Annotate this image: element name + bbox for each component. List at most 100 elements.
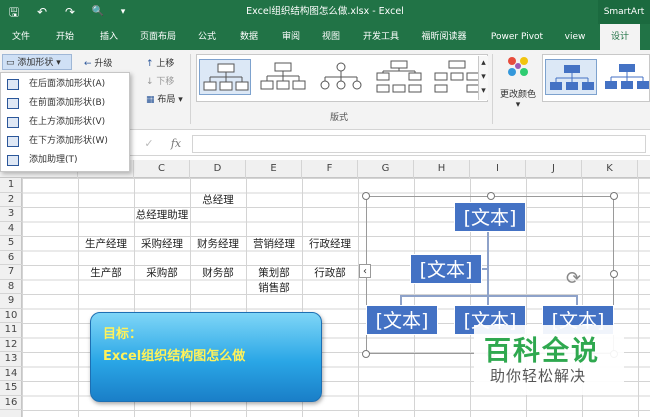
row-header[interactable]: 13 [0, 352, 22, 367]
layout-button[interactable]: ▦ 布局 ▾ [146, 92, 183, 105]
menu-item-label: 在下方添加形状(W) [29, 136, 108, 146]
tab-design[interactable]: 设计 [600, 24, 640, 50]
column-header[interactable]: E [246, 160, 302, 178]
style-option-simple-fill[interactable] [545, 59, 597, 95]
resize-handle[interactable] [610, 270, 618, 278]
row-header[interactable]: 7 [0, 265, 22, 280]
resize-handle[interactable] [362, 350, 370, 358]
smartart-styles-gallery [542, 54, 650, 102]
column-header[interactable]: F [302, 160, 358, 178]
watermark: 百科全说 助你轻松解决 [474, 325, 624, 395]
menu-item-add-after[interactable]: 在后面添加形状(A) [1, 75, 129, 94]
cell-c7[interactable]: 采购部 [134, 265, 190, 280]
tab-file[interactable]: 文件 [4, 24, 38, 50]
connector-line [487, 295, 489, 305]
cell-c3[interactable]: 总经理助理 [128, 207, 196, 222]
column-header[interactable]: I [470, 160, 526, 178]
column-header[interactable]: G [358, 160, 414, 178]
layout-option-name-title[interactable] [257, 59, 309, 95]
row-header[interactable]: 14 [0, 367, 22, 381]
title-bar: 🖫 ↶ ↷ 🔍 ▾ Excel组织结构图怎么做.xlsx - Excel Sma… [0, 0, 650, 24]
menu-item-add-assistant[interactable]: 添加助理(T) [1, 151, 129, 170]
menu-item-label: 在后面添加形状(A) [29, 79, 106, 89]
row-header[interactable]: 5 [0, 236, 22, 251]
cell-e8[interactable]: 销售部 [246, 280, 302, 295]
layout-option-circle-picture[interactable] [315, 59, 367, 95]
row-header[interactable]: 6 [0, 251, 22, 265]
layouts-group-label: 版式 [330, 113, 349, 123]
row-header[interactable]: 9 [0, 294, 22, 309]
tab-view[interactable]: 视图 [314, 24, 348, 50]
tab-page-layout[interactable]: 页面布局 [134, 24, 182, 50]
cell-c5[interactable]: 采购经理 [134, 236, 190, 251]
tab-home[interactable]: 开始 [48, 24, 82, 50]
text-pane-toggle-icon[interactable]: ‹ [359, 264, 371, 278]
cell-d2[interactable]: 总经理 [190, 192, 246, 207]
change-colors-button[interactable]: 更改颜色 ▾ [496, 54, 540, 110]
smartart-node-assistant[interactable]: [文本] [410, 254, 482, 284]
cell-f7[interactable]: 行政部 [302, 265, 358, 280]
row-headers: 1 2 3 4 5 6 7 8 9 10 11 12 13 14 15 16 [0, 178, 22, 417]
row-header[interactable]: 8 [0, 280, 22, 294]
tab-developer[interactable]: 开发工具 [356, 24, 406, 50]
add-assistant-icon [7, 155, 19, 166]
smartart-node-child[interactable]: [文本] [366, 305, 438, 335]
tab-data[interactable]: 数据 [232, 24, 266, 50]
cell-d7[interactable]: 财务部 [190, 265, 246, 280]
tab-view-en[interactable]: view [558, 24, 592, 50]
row-header[interactable]: 2 [0, 193, 22, 207]
change-colors-label: 更改颜色 [499, 90, 536, 100]
watermark-slogan: 助你轻松解决 [490, 367, 587, 385]
layouts-gallery [196, 54, 488, 102]
cell-b5[interactable]: 生产经理 [78, 236, 134, 251]
column-header[interactable]: J [526, 160, 582, 178]
row-header[interactable]: 3 [0, 207, 22, 222]
formula-input[interactable] [192, 135, 646, 153]
resize-handle[interactable] [610, 192, 618, 200]
column-header[interactable]: C [134, 160, 190, 178]
menu-item-add-below[interactable]: 在下方添加形状(W) [1, 132, 129, 151]
goal-text: Excel组织结构图怎么做 [103, 349, 246, 364]
row-header[interactable]: 15 [0, 381, 22, 396]
cell-b7[interactable]: 生产部 [78, 265, 134, 280]
menu-item-add-before[interactable]: 在前面添加形状(B) [1, 94, 129, 113]
name-title-layout-icon [260, 62, 306, 90]
row-header[interactable]: 12 [0, 338, 22, 352]
resize-handle[interactable] [362, 192, 370, 200]
insert-function-icon[interactable]: fx [168, 132, 184, 156]
row-header[interactable]: 4 [0, 222, 22, 236]
tab-insert[interactable]: 插入 [92, 24, 126, 50]
column-header[interactable]: H [414, 160, 470, 178]
org-chart-icon: ▦ [146, 95, 155, 105]
gallery-scroll[interactable]: ▴ ▾ ▾ [478, 56, 488, 100]
cell-e7[interactable]: 策划部 [246, 265, 302, 280]
column-header[interactable]: K [582, 160, 638, 178]
layout-option-hierarchy[interactable] [373, 59, 425, 95]
cell-d5[interactable]: 财务经理 [190, 236, 246, 251]
gallery-expand-icon: ▾ [481, 86, 486, 96]
row-header[interactable]: 10 [0, 309, 22, 323]
layout-option-labeled-hierarchy[interactable] [431, 59, 483, 95]
tab-foxit-reader[interactable]: 福昕阅读器 [414, 24, 474, 50]
tab-review[interactable]: 审阅 [274, 24, 308, 50]
smartart-context-label: SmartArt [598, 0, 650, 24]
tab-formulas[interactable]: 公式 [190, 24, 224, 50]
enter-icon[interactable]: ✓ [142, 132, 156, 156]
style-option-white-outline[interactable] [601, 59, 650, 95]
layout-option-org-chart[interactable] [199, 59, 251, 95]
tab-power-pivot[interactable]: Power Pivot [484, 24, 550, 50]
add-shape-button[interactable]: ▭ 添加形状 ▾ [2, 54, 72, 70]
resize-handle[interactable] [487, 192, 495, 200]
row-header[interactable]: 1 [0, 178, 22, 193]
cell-e5[interactable]: 营销经理 [246, 236, 302, 251]
move-up-button[interactable]: ↑ 上移 [146, 56, 174, 69]
menu-item-add-above[interactable]: 在上方添加形状(V) [1, 113, 129, 132]
cell-f5[interactable]: 行政经理 [302, 236, 358, 251]
move-down-button[interactable]: ↓ 下移 [146, 74, 174, 87]
row-header[interactable]: 11 [0, 323, 22, 338]
promote-button[interactable]: ← 升级 [84, 56, 112, 69]
row-header[interactable]: 16 [0, 396, 22, 410]
smartart-node-top[interactable]: [文本] [454, 202, 526, 232]
column-header[interactable]: D [190, 160, 246, 178]
rotate-handle-icon[interactable]: ⟳ [566, 268, 581, 289]
